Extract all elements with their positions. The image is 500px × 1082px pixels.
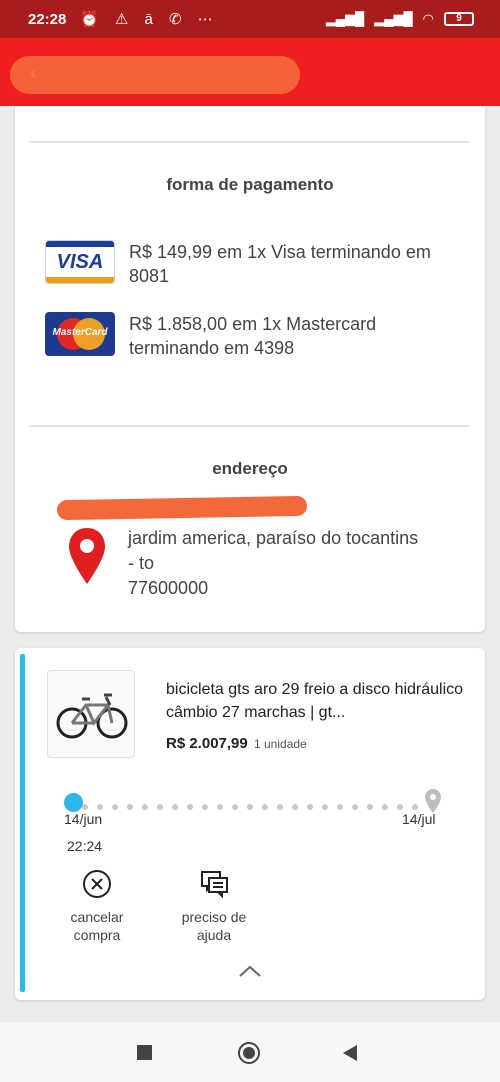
app-header: ‹ <box>0 38 500 106</box>
product-title[interactable]: bicicleta gts aro 29 freio a disco hidrá… <box>166 678 466 724</box>
divider <box>30 425 470 427</box>
product-price: R$ 2.007,99 <box>166 735 248 752</box>
timeline-start-time: 22:24 <box>67 838 103 854</box>
status-accent-bar <box>20 654 25 992</box>
delivery-timeline <box>82 804 418 810</box>
timeline-start-date: 14/jun <box>64 811 103 827</box>
bicycle-icon <box>56 693 128 739</box>
recent-apps-icon[interactable] <box>137 1045 152 1060</box>
chevron-up-icon[interactable] <box>238 964 262 978</box>
help-label-line1: preciso de <box>181 909 247 925</box>
help-button[interactable]: preciso de ajuda <box>173 868 255 944</box>
redacted-title <box>10 56 300 94</box>
cancel-label-line1: cancelar <box>70 909 124 925</box>
cancel-purchase-button[interactable]: cancelar compra <box>60 868 134 944</box>
order-item-card: bicicleta gts aro 29 freio a disco hidrá… <box>15 648 485 1000</box>
status-right-icons: ▂▄▆█ ▂▄▆█ ◠ 9 <box>326 11 474 27</box>
back-nav-icon[interactable] <box>342 1044 358 1062</box>
status-time: 22:28 <box>28 11 67 28</box>
payment-method-text: R$ 149,99 em 1x Visa terminando em 8081 <box>129 242 431 286</box>
system-nav-bar <box>0 1022 500 1082</box>
chat-help-icon <box>201 871 228 899</box>
product-image[interactable] <box>47 670 135 758</box>
address-line: jardim america, paraíso do tocantins - t… <box>128 528 419 573</box>
battery-icon: 9 <box>444 12 474 26</box>
address-section-title: endereço <box>212 459 288 478</box>
visa-card-icon: VISA <box>45 240 115 284</box>
cancel-label-line2: compra <box>73 927 121 943</box>
payment-section-title: forma de pagamento <box>166 175 334 194</box>
signal-icon: ▂▄▆█ <box>325 11 365 26</box>
wifi-icon: ◠ <box>422 11 434 26</box>
location-pin-icon <box>69 528 105 584</box>
cancel-circle-icon <box>83 870 111 898</box>
timeline-start-marker <box>64 793 83 812</box>
status-bar: 22:28 ⏰ ⚠ ā ✆ ⋯ ▂▄▆█ ▂▄▆█ ◠ 9 <box>0 0 500 38</box>
signal-icon-2: ▂▄▆█ <box>374 11 413 26</box>
address-zip: 77600000 <box>128 578 209 598</box>
status-notification-icons: ⏰ ⚠ ā ✆ ⋯ <box>80 11 219 28</box>
divider <box>30 141 470 143</box>
home-icon[interactable] <box>237 1041 261 1065</box>
redacted-street <box>56 495 308 521</box>
help-label-line2: ajuda <box>196 927 232 943</box>
order-details-card: forma de pagamento VISA R$ 149,99 em 1x … <box>15 106 485 632</box>
timeline-end-date: 14/jul <box>402 811 436 827</box>
payment-method-text: R$ 1.858,00 em 1x Mastercard terminando … <box>129 314 377 358</box>
mastercard-card-icon: MasterCard <box>45 312 115 356</box>
product-quantity: 1 unidade <box>254 737 307 751</box>
